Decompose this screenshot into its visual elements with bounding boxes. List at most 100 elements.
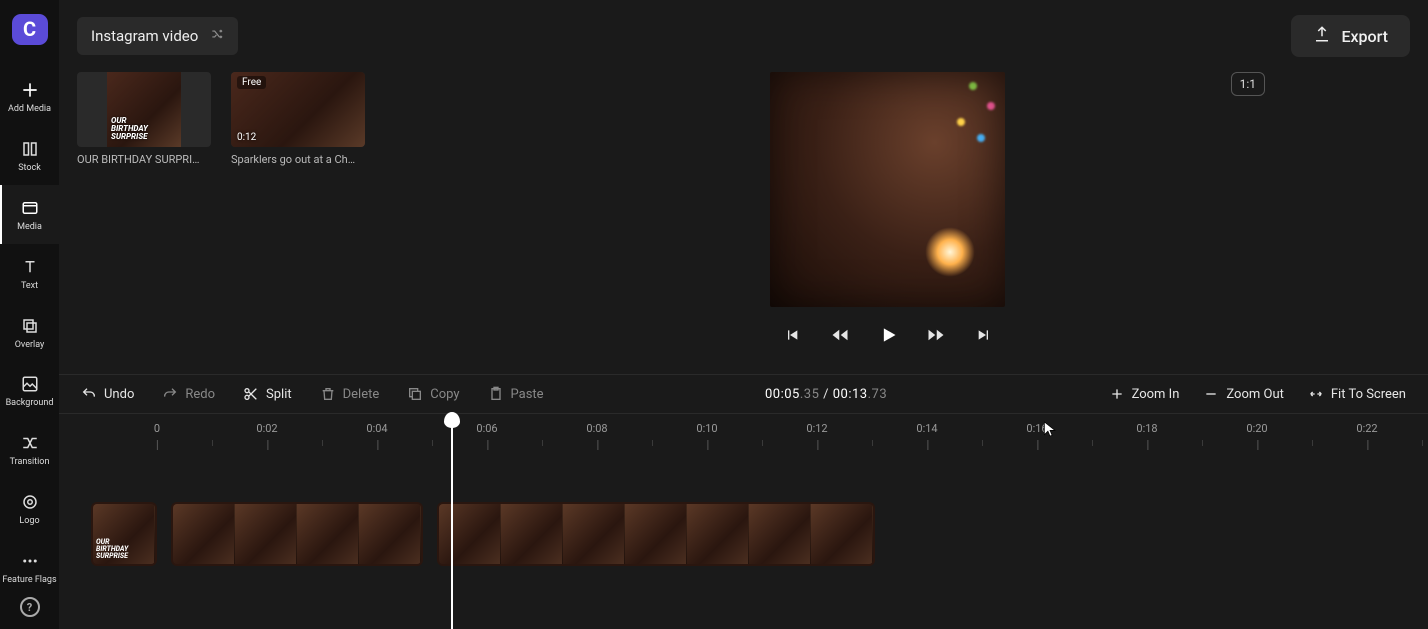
rail-item-label: Add Media — [8, 105, 51, 115]
timeline-clip[interactable] — [437, 502, 875, 566]
rail-item-label: Media — [17, 223, 42, 233]
preview-area: 1:1 — [365, 72, 1410, 368]
split-label: Split — [266, 387, 292, 402]
clip-frame — [297, 504, 359, 564]
more-icon — [18, 549, 42, 573]
background-icon — [18, 372, 42, 396]
minus-icon — [1203, 386, 1219, 402]
media-thumb[interactable]: OUR BIRTHDAY SURPRISE — [77, 72, 211, 147]
fit-to-screen-button[interactable]: Fit To Screen — [1308, 386, 1406, 402]
timecode-current: 00:05 — [765, 387, 800, 402]
shuffle-icon[interactable] — [210, 27, 224, 45]
rail-item-label: Overlay — [15, 341, 45, 351]
app-logo[interactable]: C — [12, 14, 48, 45]
logo-icon — [18, 490, 42, 514]
rail-background[interactable]: Background — [0, 361, 59, 420]
media-thumb[interactable]: Free 0:12 — [231, 72, 365, 147]
undo-label: Undo — [104, 387, 134, 402]
rail-text[interactable]: Text — [0, 244, 59, 303]
zoom-out-button[interactable]: Zoom Out — [1203, 386, 1283, 402]
zoom-in-label: Zoom In — [1132, 387, 1180, 402]
media-icon — [18, 196, 42, 220]
clip-frame — [563, 504, 625, 564]
timeline[interactable]: 00:020:040:060:080:100:120:140:160:180:2… — [59, 414, 1428, 629]
ruler-tick: 0:10 — [696, 422, 717, 435]
upper-pane: OUR BIRTHDAY SURPRISE OUR BIRTHDAY SURPR… — [59, 72, 1428, 374]
bokeh-dot — [977, 134, 985, 142]
media-caption: OUR BIRTHDAY SURPRI… — [77, 153, 211, 166]
timecode-total: 00:13 — [833, 387, 868, 402]
bokeh-dot — [969, 82, 977, 90]
undo-icon — [81, 386, 97, 402]
media-clip[interactable]: Free 0:12 Sparklers go out at a Ch… — [231, 72, 365, 166]
plus-icon — [18, 78, 42, 102]
clip-frame — [625, 504, 687, 564]
ruler-tick: 0:22 — [1356, 422, 1377, 435]
ruler-tick: 0:08 — [586, 422, 607, 435]
skip-start-button[interactable] — [782, 325, 802, 345]
zoom-in-button[interactable]: Zoom In — [1109, 386, 1180, 402]
project-title-text: Instagram video — [91, 27, 198, 45]
copy-button[interactable]: Copy — [407, 386, 459, 402]
transition-icon — [18, 431, 42, 455]
help-icon[interactable]: ? — [20, 597, 40, 617]
timeline-toolbar: Undo Redo Split Delete Copy Paste — [59, 374, 1428, 414]
timeline-tracks[interactable] — [59, 458, 1428, 598]
text-icon — [18, 255, 42, 279]
bokeh-dot — [957, 118, 965, 126]
clip-frame — [359, 504, 421, 564]
rail-add-media[interactable]: Add Media — [0, 67, 59, 126]
duration-badge: 0:12 — [237, 132, 256, 143]
clip-frame — [173, 504, 235, 564]
export-label: Export — [1341, 27, 1388, 46]
playhead[interactable] — [451, 414, 453, 629]
rewind-button[interactable] — [830, 325, 850, 345]
timeline-clip[interactable] — [91, 502, 157, 566]
plus-icon — [1109, 386, 1125, 402]
undo-button[interactable]: Undo — [81, 386, 134, 402]
fast-forward-button[interactable] — [926, 325, 946, 345]
clip-frame — [93, 504, 155, 564]
ruler-tick: 0:20 — [1246, 422, 1267, 435]
preview-canvas[interactable] — [770, 72, 1005, 307]
ruler-tick: 0 — [154, 422, 160, 435]
split-button[interactable]: Split — [243, 386, 292, 402]
redo-button[interactable]: Redo — [162, 386, 215, 402]
rail-feature-flags[interactable]: Feature Flags — [0, 538, 59, 597]
project-title[interactable]: Instagram video — [77, 17, 238, 55]
paste-button[interactable]: Paste — [488, 386, 544, 402]
export-icon — [1313, 25, 1331, 47]
overlay-icon — [18, 314, 42, 338]
delete-button[interactable]: Delete — [320, 386, 380, 402]
redo-icon — [162, 386, 178, 402]
redo-label: Redo — [185, 387, 215, 402]
ruler-tick: 0:02 — [256, 422, 277, 435]
timecode-total-sub: .73 — [868, 387, 888, 402]
aspect-ratio-button[interactable]: 1:1 — [1231, 72, 1265, 96]
media-thumb-overlay-text: OUR BIRTHDAY SURPRISE — [111, 117, 148, 141]
paste-icon — [488, 386, 504, 402]
rail-overlay[interactable]: Overlay — [0, 303, 59, 362]
trash-icon — [320, 386, 336, 402]
rail-transition[interactable]: Transition — [0, 420, 59, 479]
timeline-ruler[interactable]: 00:020:040:060:080:100:120:140:160:180:2… — [59, 414, 1428, 458]
media-thumb-image: OUR BIRTHDAY SURPRISE — [107, 72, 181, 147]
timecode-sep: / — [819, 387, 832, 402]
fit-icon — [1308, 386, 1324, 402]
clip-frame — [439, 504, 501, 564]
clip-frame — [501, 504, 563, 564]
timeline-clip[interactable] — [171, 502, 423, 566]
rail-stock[interactable]: Stock — [0, 126, 59, 185]
timecode: 00:05.35 / 00:13.73 — [765, 387, 887, 402]
rail-logo[interactable]: Logo — [0, 479, 59, 538]
export-button[interactable]: Export — [1291, 15, 1410, 57]
clip-frame — [749, 504, 811, 564]
skip-end-button[interactable] — [974, 325, 994, 345]
rail-media[interactable]: Media — [0, 185, 59, 244]
library-icon — [18, 137, 42, 161]
play-button[interactable] — [878, 325, 898, 345]
rail-item-label: Background — [6, 399, 54, 409]
ruler-tick: 0:18 — [1136, 422, 1157, 435]
paste-label: Paste — [511, 387, 544, 402]
media-clip[interactable]: OUR BIRTHDAY SURPRISE OUR BIRTHDAY SURPR… — [77, 72, 211, 166]
